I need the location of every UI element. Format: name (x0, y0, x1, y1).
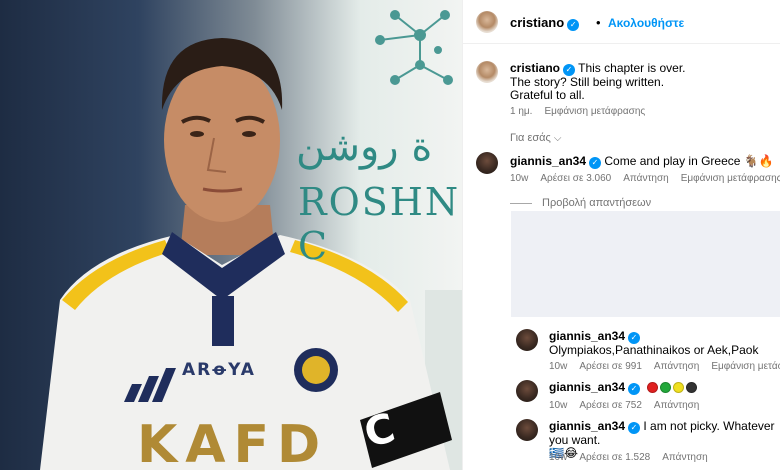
reply-link[interactable]: Απάντηση (623, 173, 668, 184)
likes-count[interactable]: Αρέσει σε 3.060 (540, 173, 611, 184)
avatar[interactable] (516, 329, 538, 351)
reply-text: Olympiakos,Panathinaikos or Aek,Paok (549, 343, 759, 357)
view-replies-button[interactable]: Προβολή απαντήσεων (510, 197, 651, 209)
comment: giannis_an34 ✓ Come and play in Greece 🐐🔥 (510, 155, 775, 169)
verified-icon: ✓ (628, 422, 641, 434)
comments-panel: cristiano ✓ • Ακολουθήστε cristiano ✓ This… (462, 0, 780, 470)
jersey-brand-text: ARꝋYA (182, 360, 256, 380)
timestamp[interactable]: 1 ημ. (510, 106, 532, 117)
red-circle-icon (647, 382, 659, 393)
reply-meta: 10w Αρέσει σε 991 Απάντηση Εμφάνιση μετάφρα… (549, 361, 780, 372)
reply-meta: 10w Αρέσει σε 1.528 Απάντηση (549, 452, 720, 463)
likes-count[interactable]: Αρέσει σε 1.528 (579, 452, 650, 463)
color-circles (647, 382, 699, 395)
reply: giannis_an34 ✓ Olympiakos,Panathinaikos o… (549, 330, 777, 357)
post-header: cristiano ✓ • Ακολουθήστε (463, 0, 780, 44)
reply: giannis_an34 ✓ (549, 381, 777, 395)
comment-text: Come and play in Greece 🐐🔥 (604, 154, 774, 168)
caption-line: This chapter is over. (578, 61, 686, 75)
username-text[interactable]: giannis_an34 (549, 380, 625, 394)
view-replies-label[interactable]: Προβολή απαντήσεων (542, 197, 651, 209)
verified-icon: ✓ (628, 383, 641, 395)
reply-link[interactable]: Απάντηση (654, 361, 699, 372)
divider-line (510, 202, 532, 204)
username-text[interactable]: giannis_an34 (549, 329, 625, 343)
timestamp[interactable]: 10w (510, 173, 528, 184)
caption: cristiano ✓ This chapter is over. The sto… (510, 62, 770, 102)
username-text[interactable]: giannis_an34 (510, 154, 586, 168)
hidden-content-area (511, 211, 780, 317)
reply-username[interactable]: giannis_an34 ✓ (549, 329, 641, 344)
verified-icon: ✓ (589, 157, 602, 169)
timestamp[interactable]: 10w (549, 361, 567, 372)
caption-meta: 1 ημ. Εμφάνιση μετάφρασης (510, 106, 657, 117)
header-username[interactable]: cristiano ✓ (510, 15, 580, 31)
reply-username[interactable]: giannis_an34 ✓ (549, 380, 641, 395)
comment-username[interactable]: giannis_an34 ✓ (510, 154, 602, 169)
likes-count[interactable]: Αρέσει σε 752 (579, 400, 642, 411)
caption-line: Grateful to all. (510, 88, 585, 102)
reply-username[interactable]: giannis_an34 ✓ (549, 419, 641, 434)
timestamp[interactable]: 10w (549, 452, 567, 463)
avatar[interactable] (476, 61, 498, 83)
green-circle-icon (660, 382, 672, 393)
likes-count[interactable]: Αρέσει σε 991 (579, 361, 642, 372)
avatar[interactable] (516, 380, 538, 402)
caption-line: The story? Still being written. (510, 75, 665, 89)
reply-link[interactable]: Απάντηση (662, 452, 707, 463)
translate-link[interactable]: Εμφάνιση μετάφρασης (711, 361, 780, 372)
jersey-sponsor-text: KAFD (137, 415, 329, 470)
follow-button[interactable]: Ακολουθήστε (608, 16, 684, 30)
timestamp[interactable]: 10w (549, 400, 567, 411)
reply-meta: 10w Αρέσει σε 752 Απάντηση (549, 400, 711, 411)
username-text[interactable]: cristiano (510, 15, 564, 30)
translate-link[interactable]: Εμφάνιση μετάφρασης (681, 173, 780, 184)
sort-selector[interactable]: Για εσάς ⌵ (510, 132, 561, 144)
avatar[interactable] (516, 419, 538, 441)
chevron-down-icon[interactable]: ⌵ (554, 133, 562, 144)
black-circle-icon (686, 382, 698, 393)
sign-arabic-text: ة روشن (296, 124, 433, 170)
post-image[interactable]: ة روشن ROSHN C ARꝋYA KAFD C (0, 0, 462, 470)
sign-latin-text: ROSHN C (298, 180, 461, 268)
comment-meta: 10w Αρέσει σε 3.060 Απάντηση Εμφάνιση μετάφ… (510, 173, 780, 184)
separator-dot: • (596, 15, 601, 30)
yellow-circle-icon (673, 382, 685, 393)
username-text[interactable]: giannis_an34 (549, 419, 625, 433)
translate-link[interactable]: Εμφάνιση μετάφρασης (544, 106, 645, 117)
verified-icon: ✓ (567, 19, 580, 31)
avatar[interactable] (476, 152, 498, 174)
reply-link[interactable]: Απάντηση (654, 400, 699, 411)
sort-label[interactable]: Για εσάς (510, 132, 551, 144)
caption-username[interactable]: cristiano ✓ (510, 61, 576, 76)
username-text[interactable]: cristiano (510, 61, 560, 75)
avatar[interactable] (476, 11, 498, 33)
